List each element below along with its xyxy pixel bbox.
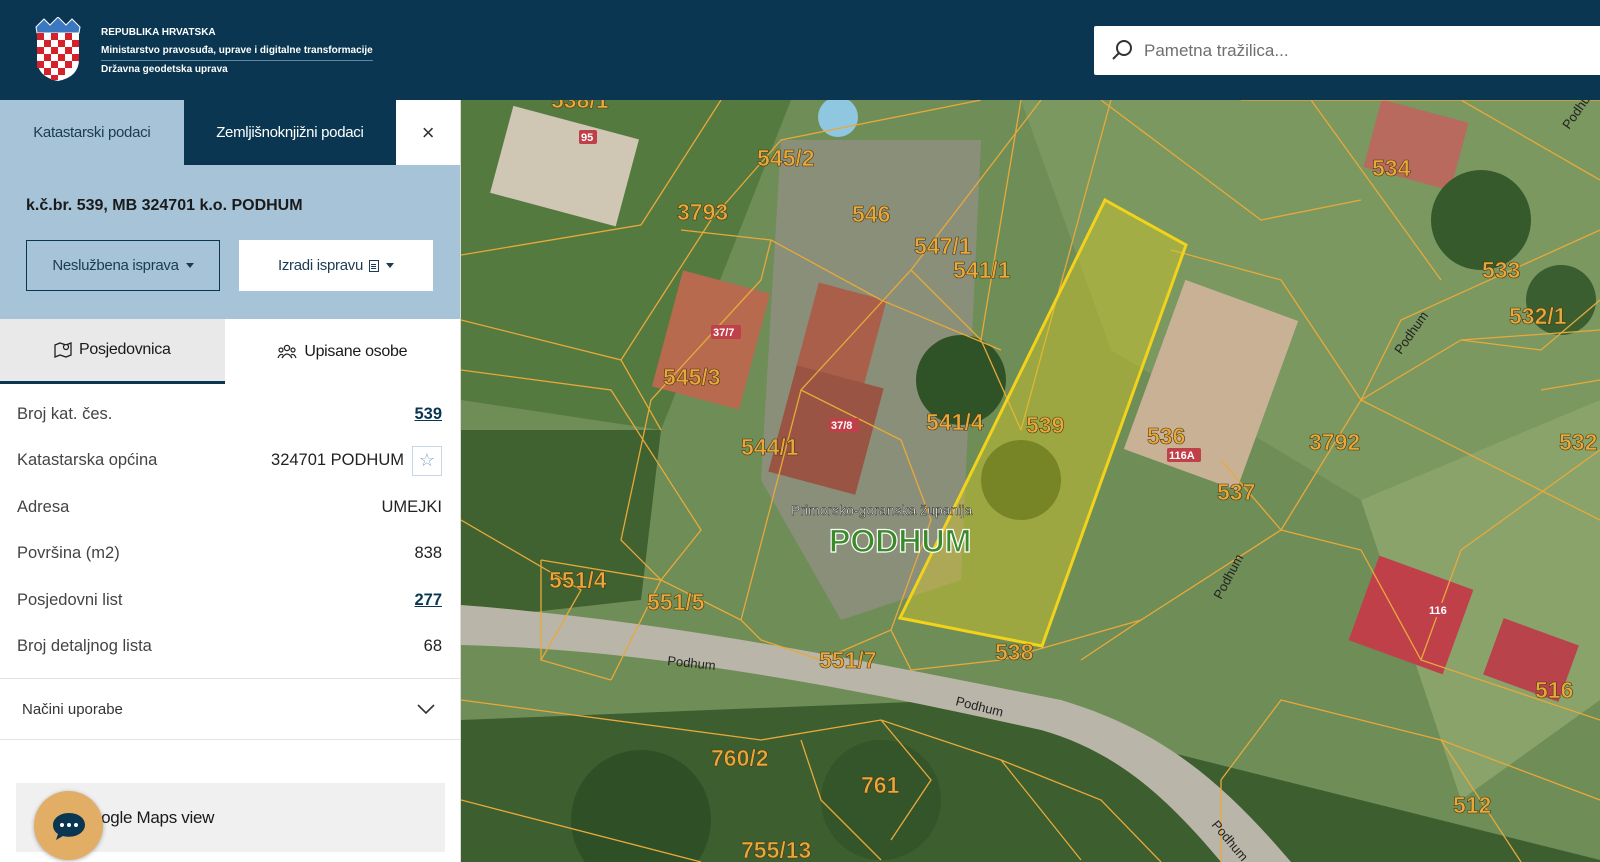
attribute-label: Površina (m2) [17,544,120,563]
attribute-value: 324701 PODHUM ☆ [271,445,442,476]
parcel-label[interactable]: 512 [1453,792,1492,819]
data-source-tabs: Katastarski podaci Zemljišnoknjižni poda… [0,100,460,165]
chevron-down-icon [417,704,435,715]
parcel-number-link[interactable]: 539 [414,405,442,424]
parcel-label[interactable]: 544/1 [741,434,799,461]
map-canvas[interactable]: 538/1 545/2 3793 546 547/1 541/1 534 533… [461,100,1600,862]
parcel-header: k.č.br. 539, MB 324701 k.o. PODHUM Neslu… [0,165,460,319]
attribute-label: Posjedovni list [17,590,123,609]
document-icon [369,259,379,272]
favorite-star-button[interactable]: ☆ [412,445,442,476]
map-pin-icon [54,342,72,358]
house-number: 116 [1429,605,1447,617]
chat-bubble-icon [52,812,85,840]
parcel-label-selected[interactable]: 539 [1026,412,1065,439]
parcel-label[interactable]: 532/1 [1509,303,1567,330]
search-input[interactable] [1144,26,1600,75]
cadastral-map[interactable]: 538/1 545/2 3793 546 547/1 541/1 534 533… [461,100,1600,862]
parcel-label[interactable]: 516 [1535,677,1574,704]
parcel-label[interactable]: 541/4 [926,409,984,436]
place-label: PODHUM [829,523,971,559]
attribute-value: 838 [414,544,442,563]
search-icon [1112,40,1132,60]
attribute-label: Broj kat. čes. [17,404,113,423]
tab-cadastral-data[interactable]: Katastarski podaci [0,100,184,165]
attribute-label: Broj detaljnog lista [17,637,152,656]
smart-search[interactable] [1094,26,1600,75]
parcel-label[interactable]: 546 [852,201,891,228]
county-label: Primorsko-goranska županija [791,502,973,518]
parcel-title: k.č.br. 539, MB 324701 k.o. PODHUM [26,197,303,214]
parcel-label[interactable]: 760/2 [711,745,769,772]
parcel-label[interactable]: 538/1 [551,100,609,113]
org-line-3: Državna geodetska uprava [101,64,228,75]
ministry-name: REPUBLIKA HRVATSKA Ministarstvo pravosuđ… [101,24,373,79]
unofficial-document-dropdown[interactable]: Neslužbena isprava [26,240,220,291]
possession-sheet-link[interactable]: 277 [414,591,442,610]
unofficial-document-label: Neslužbena isprava [52,257,179,274]
chat-button[interactable] [34,791,103,860]
parcel-label[interactable]: 533 [1482,257,1521,284]
attribute-row-detail-sheet: Broj detaljnog lista 68 [17,624,442,671]
parcel-label[interactable]: 537 [1217,479,1256,506]
parcel-label[interactable]: 3793 [677,199,729,226]
attribute-value: UMEJKI [381,497,442,516]
parcel-label[interactable]: 541/1 [953,257,1011,284]
parcel-label[interactable]: 761 [861,772,900,799]
star-icon: ☆ [418,450,436,471]
caret-down-icon [386,263,394,268]
parcel-label[interactable]: 545/3 [663,364,721,391]
attribute-row-possession-sheet: Posjedovni list 277 [17,577,442,624]
tab-possession-label: Posjedovnica [78,341,171,358]
usage-methods-accordion[interactable]: Načini uporabe [0,678,460,740]
caret-down-icon [185,263,194,268]
municipality-value: 324701 PODHUM [271,451,404,470]
close-icon: × [421,119,435,145]
house-number: 37/7 [713,327,734,339]
house-number: 95 [581,132,593,144]
usage-methods-label: Načini uporabe [22,700,123,718]
attribute-value: 68 [423,637,442,656]
org-line-1: REPUBLIKA HRVATSKA [101,27,216,38]
org-line-2: Ministarstvo pravosuđa, uprave i digital… [101,43,373,61]
top-header: REPUBLIKA HRVATSKA Ministarstvo pravosuđ… [0,0,1600,100]
parcel-label[interactable]: 536 [1147,423,1186,450]
attribute-row-parcel-number: Broj kat. čes. 539 [17,391,442,438]
parcel-label[interactable]: 534 [1372,155,1411,182]
house-number: 37/8 [831,420,852,432]
google-maps-view-label: oogle Maps view [92,807,215,827]
attribute-label: Katastarska općina [17,451,158,470]
parcel-label[interactable]: 551/4 [549,567,607,594]
generate-document-dropdown[interactable]: Izradi ispravu [239,240,433,291]
attribute-row-address: Adresa UMEJKI [17,484,442,531]
parcel-label[interactable]: 755/13 [741,837,812,862]
parcel-label[interactable]: 538 [995,639,1034,666]
parcel-info-panel: Katastarski podaci Zemljišnoknjižni poda… [0,100,461,862]
close-panel-button[interactable]: × [396,100,460,165]
parcel-label[interactable]: 551/5 [647,589,705,616]
croatian-coat-of-arms-logo[interactable] [34,17,82,83]
parcel-label[interactable]: 532 [1559,429,1598,456]
generate-document-label: Izradi ispravu [277,257,363,274]
record-tabs: Posjedovnica Upisane osobe [0,319,460,384]
house-number: 116A [1169,450,1195,462]
tab-registered-persons-label: Upisane osobe [304,342,408,360]
tab-land-registry-data[interactable]: Zemljišnoknjižni podaci [183,100,397,165]
parcel-label[interactable]: 3792 [1309,429,1361,456]
attribute-row-area: Površina (m2) 838 [17,531,442,578]
parcel-label[interactable]: 545/2 [757,145,815,172]
tab-possession[interactable]: Posjedovnica [0,319,225,384]
parcel-label[interactable]: 551/7 [819,647,877,674]
parcel-attributes: Broj kat. čes. 539 Katastarska općina 32… [0,391,460,670]
parcel-label[interactable]: 547/1 [914,233,972,260]
tab-registered-persons[interactable]: Upisane osobe [224,319,460,384]
people-icon [277,344,297,358]
attribute-label: Adresa [17,497,70,516]
attribute-row-cadastral-municipality: Katastarska općina 324701 PODHUM ☆ [17,438,442,485]
